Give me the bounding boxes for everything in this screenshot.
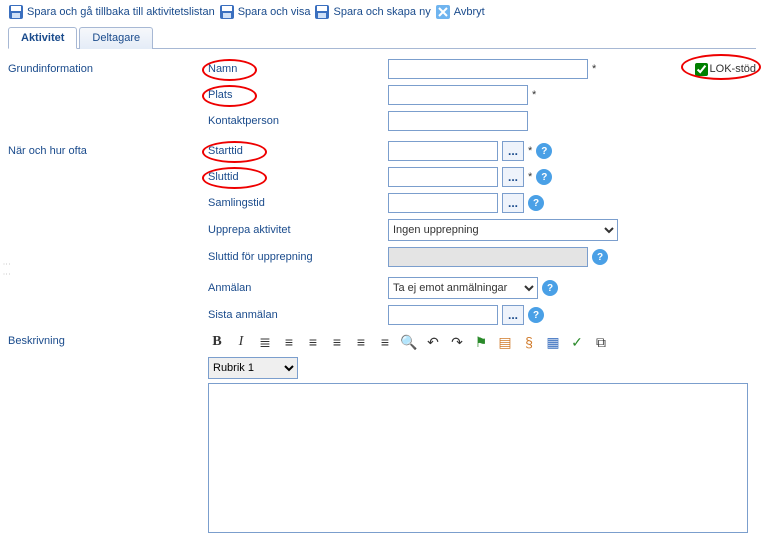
required-mark: * <box>528 171 532 183</box>
help-icon[interactable]: ? <box>528 195 544 211</box>
lok-label: LOK-stöd <box>710 63 756 75</box>
save-icon <box>314 4 330 20</box>
gather-picker-button[interactable]: ... <box>502 193 524 213</box>
drag-handle-icon[interactable]: ⋮⋮ <box>2 260 11 280</box>
description-editor[interactable] <box>208 383 748 533</box>
align-center-button[interactable]: ≡ <box>328 333 346 351</box>
align-left-button[interactable]: ≡ <box>304 333 322 351</box>
ordered-list-button[interactable]: ≣ <box>256 333 274 351</box>
cancel-label: Avbryt <box>454 6 485 18</box>
save-back-button[interactable]: Spara och gå tillbaka till aktivitetslis… <box>8 4 215 20</box>
name-input[interactable] <box>388 59 588 79</box>
help-icon[interactable]: ? <box>528 307 544 323</box>
signup-select[interactable]: Ta ej emot anmälningar <box>388 277 538 299</box>
save-show-label: Spara och visa <box>238 6 311 18</box>
undo-button[interactable]: ↶ <box>424 333 442 351</box>
repeat-select[interactable]: Ingen upprepning <box>388 219 618 241</box>
label-start: Starttid <box>208 145 243 157</box>
save-new-button[interactable]: Spara och skapa ny <box>314 4 430 20</box>
lok-checkbox[interactable] <box>695 63 708 76</box>
last-signup-input[interactable] <box>388 305 498 325</box>
label-place: Plats <box>208 89 232 101</box>
save-icon <box>8 4 24 20</box>
table-button[interactable]: ▦ <box>544 333 562 351</box>
align-justify-button[interactable]: ≡ <box>376 333 394 351</box>
start-input[interactable] <box>388 141 498 161</box>
required-mark: * <box>528 145 532 157</box>
save-new-label: Spara och skapa ny <box>333 6 430 18</box>
form-area: Grundinformation Namn * LOK-stöd Plats * <box>8 49 756 533</box>
label-contact: Kontaktperson <box>208 115 279 127</box>
required-mark: * <box>532 89 536 101</box>
help-icon[interactable]: ? <box>542 280 558 296</box>
format-select[interactable]: Rubrik 1 <box>208 357 298 379</box>
section-description-heading: Beskrivning <box>8 335 208 347</box>
save-back-label: Spara och gå tillbaka till aktivitetslis… <box>27 6 215 18</box>
redo-button[interactable]: ↷ <box>448 333 466 351</box>
find-button[interactable]: 🔍 <box>400 333 418 351</box>
help-icon[interactable]: ? <box>536 143 552 159</box>
label-gather: Samlingstid <box>208 197 265 209</box>
italic-button[interactable]: I <box>232 333 250 351</box>
label-name: Namn <box>208 63 237 75</box>
bold-button[interactable]: B <box>208 333 226 351</box>
flag-button[interactable]: ⚑ <box>472 333 490 351</box>
help-icon[interactable]: ? <box>536 169 552 185</box>
label-repeat: Upprepa aktivitet <box>208 224 291 236</box>
unordered-list-button[interactable]: ≡ <box>280 333 298 351</box>
last-signup-picker-button[interactable]: ... <box>502 305 524 325</box>
label-repeat-end: Sluttid för upprepning <box>208 251 313 263</box>
label-last-signup: Sista anmälan <box>208 309 278 321</box>
tab-bar: Aktivitet Deltagare <box>8 26 756 49</box>
copy-button[interactable]: ⧉ <box>592 333 610 351</box>
place-input[interactable] <box>388 85 528 105</box>
tab-participants[interactable]: Deltagare <box>79 27 153 49</box>
start-picker-button[interactable]: ... <box>502 141 524 161</box>
save-icon <box>219 4 235 20</box>
document-button[interactable]: ▤ <box>496 333 514 351</box>
repeat-end-input <box>388 247 588 267</box>
check-button[interactable]: ✓ <box>568 333 586 351</box>
label-end: Sluttid <box>208 171 239 183</box>
save-show-button[interactable]: Spara och visa <box>219 4 311 20</box>
action-toolbar: Spara och gå tillbaka till aktivitetslis… <box>8 4 756 20</box>
gather-input[interactable] <box>388 193 498 213</box>
section-when-heading: När och hur ofta <box>8 145 208 157</box>
label-signup: Anmälan <box>208 282 251 294</box>
align-right-button[interactable]: ≡ <box>352 333 370 351</box>
close-icon <box>435 4 451 20</box>
editor-toolbar: B I ≣ ≡ ≡ ≡ ≡ ≡ 🔍 ↶ ↷ ⚑ ▤ § ▦ ✓ ⧉ <box>208 333 756 351</box>
cancel-button[interactable]: Avbryt <box>435 4 485 20</box>
help-icon[interactable]: ? <box>592 249 608 265</box>
link-button[interactable]: § <box>520 333 538 351</box>
tab-activity[interactable]: Aktivitet <box>8 27 77 49</box>
required-mark: * <box>592 63 596 75</box>
contact-input[interactable] <box>388 111 528 131</box>
section-basic-heading: Grundinformation <box>8 63 208 75</box>
end-picker-button[interactable]: ... <box>502 167 524 187</box>
end-input[interactable] <box>388 167 498 187</box>
